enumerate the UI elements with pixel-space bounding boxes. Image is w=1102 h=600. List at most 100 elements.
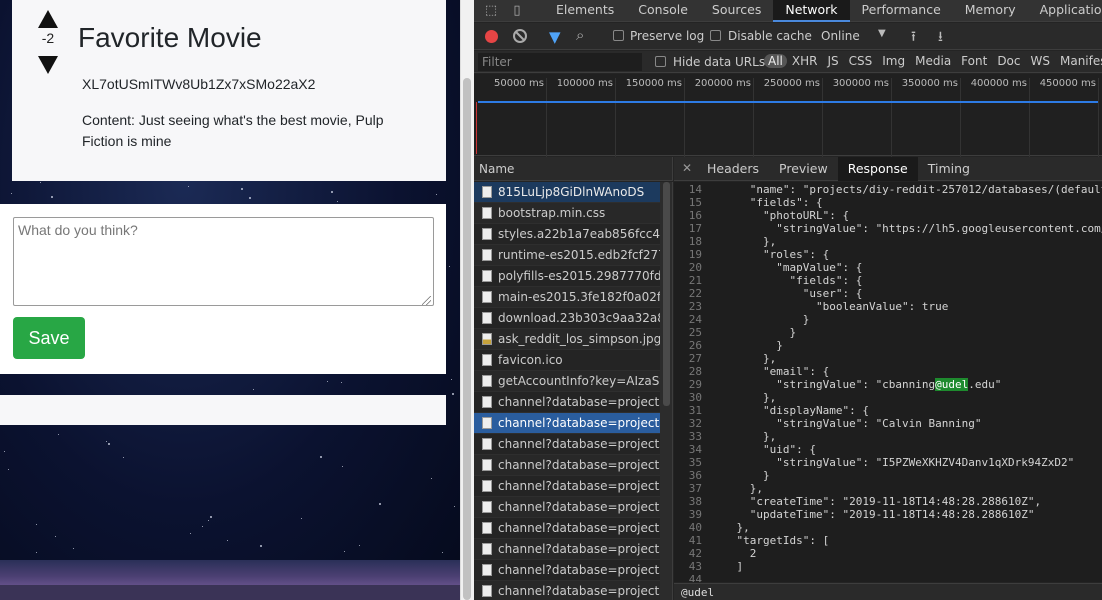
request-row[interactable]: channel?database=projects%.	[474, 560, 660, 581]
document-file-icon	[482, 228, 492, 240]
code-line: 39 "updateTime": "2019-11-18T14:48:28.28…	[674, 508, 1102, 521]
code-text: "createTime": "2019-11-18T14:48:28.28861…	[710, 495, 1042, 508]
chevron-down-icon[interactable]: ▼	[878, 28, 886, 39]
request-list-header[interactable]: Name	[474, 157, 673, 181]
request-row[interactable]: channel?database=projects%.	[474, 455, 660, 476]
network-overview-timeline[interactable]: 50000 ms 100000 ms 150000 ms 200000 ms 25000…	[474, 74, 1102, 160]
tab-application[interactable]: Application	[1028, 0, 1102, 22]
request-row[interactable]: getAccountInfo?key=AIzaSyB.	[474, 371, 660, 392]
request-list-scroll-thumb[interactable]	[663, 182, 670, 406]
throttle-select[interactable]: Online	[821, 29, 860, 43]
request-row[interactable]: channel?database=projects%.	[474, 476, 660, 497]
tab-memory[interactable]: Memory	[953, 0, 1028, 22]
request-row[interactable]: channel?database=projects%.	[474, 539, 660, 560]
type-filter-doc[interactable]: Doc	[992, 54, 1025, 68]
star	[40, 181, 42, 183]
type-filter-js[interactable]: JS	[822, 54, 843, 68]
search-bar[interactable]: @udel	[674, 583, 1102, 600]
type-filter-manifest[interactable]: Manifest	[1055, 54, 1102, 68]
disable-cache-label: Disable cache	[728, 29, 812, 43]
request-name: download.23b303c9aa32a89.	[498, 311, 660, 325]
request-row[interactable]: polyfills-es2015.2987770fde.	[474, 266, 660, 287]
type-filter-css[interactable]: CSS	[844, 54, 878, 68]
tab-headers[interactable]: Headers	[697, 157, 769, 181]
inspect-element-icon[interactable]: ⬚	[483, 3, 499, 19]
tab-response[interactable]: Response	[837, 157, 918, 181]
textarea-resize-grip-icon[interactable]	[422, 296, 431, 305]
request-row[interactable]: bootstrap.min.css	[474, 203, 660, 224]
request-name: channel?database=projects%.	[498, 500, 660, 514]
request-name: ask_reddit_los_simpson.jpg	[498, 332, 660, 346]
code-line: 23 "booleanValue": true	[674, 300, 1102, 313]
code-text: "mapValue": {	[710, 261, 863, 274]
preserve-log-checkbox[interactable]	[613, 30, 624, 41]
star	[58, 434, 60, 436]
star	[340, 381, 342, 383]
code-line: 20 "mapValue": {	[674, 261, 1102, 274]
document-file-icon	[482, 186, 492, 198]
star	[10, 192, 12, 194]
import-har-icon[interactable]: ⭱	[911, 26, 916, 50]
line-number: 35	[688, 456, 702, 469]
star	[208, 519, 210, 521]
tab-timing[interactable]: Timing	[918, 157, 980, 181]
request-row[interactable]: channel?database=projects%.	[474, 518, 660, 539]
request-row[interactable]: channel?database=projects%.	[474, 434, 660, 455]
code-text: ]	[710, 560, 744, 573]
request-row[interactable]: channel?database=projects%.	[474, 497, 660, 518]
response-viewer[interactable]: 14 "name": "projects/diy-reddit-257012/d…	[674, 182, 1102, 582]
devtools-tab-bar: ⬚ ▯ Elements Console Sources Network Perform…	[474, 0, 1102, 22]
downvote-arrow-icon[interactable]	[38, 56, 58, 74]
tab-console[interactable]: Console	[626, 0, 700, 22]
search-icon[interactable]: ⌕	[576, 26, 584, 44]
timeline-tick-label: 350000 ms	[901, 78, 958, 89]
document-file-icon	[482, 396, 492, 408]
tab-sources[interactable]: Sources	[700, 0, 773, 22]
filter-input[interactable]	[478, 53, 642, 71]
line-number: 34	[688, 443, 702, 456]
request-row[interactable]: styles.a22b1a7eab856fcc49f.	[474, 224, 660, 245]
record-icon[interactable]	[485, 30, 498, 43]
tab-network[interactable]: Network	[773, 0, 850, 22]
line-number: 38	[688, 495, 702, 508]
request-row[interactable]: channel?database=projects%.	[474, 413, 660, 434]
type-filter-all[interactable]: All	[764, 54, 787, 68]
search-query[interactable]: @udel	[681, 586, 714, 599]
type-filter-ws[interactable]: WS	[1026, 54, 1055, 68]
request-row[interactable]: channel?database=projects%.	[474, 581, 660, 600]
star	[319, 456, 322, 459]
tab-preview[interactable]: Preview	[769, 157, 838, 181]
request-row[interactable]: main-es2015.3fe182f0a02f1f.	[474, 287, 660, 308]
code-text: },	[710, 391, 777, 404]
type-filter-xhr[interactable]: XHR	[787, 54, 823, 68]
comment-input[interactable]	[13, 217, 434, 306]
page-scrollbar-thumb[interactable]	[463, 78, 471, 600]
type-filter-font[interactable]: Font	[956, 54, 992, 68]
request-row[interactable]: 815LuLjp8GiDlnWAnoDS	[474, 182, 660, 203]
code-line: 34 "uid": {	[674, 443, 1102, 456]
tab-elements[interactable]: Elements	[544, 0, 626, 22]
device-toolbar-icon[interactable]: ▯	[509, 3, 525, 19]
hide-data-urls-checkbox[interactable]	[655, 56, 666, 67]
clear-icon[interactable]	[513, 29, 527, 43]
type-filter-img[interactable]: Img	[877, 54, 910, 68]
post-id: XL7otUSmITWv8Ub1Zx7xSMo22aX2	[82, 76, 316, 92]
request-row[interactable]: ask_reddit_los_simpson.jpg	[474, 329, 660, 350]
save-button[interactable]: Save	[13, 317, 85, 359]
request-name: channel?database=projects%.	[498, 395, 660, 409]
disable-cache-checkbox[interactable]	[710, 30, 721, 41]
code-line: 33 },	[674, 430, 1102, 443]
request-row[interactable]: runtime-es2015.edb2fcf2778.	[474, 245, 660, 266]
request-row[interactable]: favicon.ico	[474, 350, 660, 371]
code-text: "fields": {	[710, 196, 823, 209]
upvote-arrow-icon[interactable]	[38, 10, 58, 28]
star	[301, 518, 303, 520]
export-har-icon[interactable]: ⭳	[938, 26, 943, 50]
tab-performance[interactable]: Performance	[850, 0, 953, 22]
type-filter-media[interactable]: Media	[910, 54, 956, 68]
close-icon[interactable]: ✕	[682, 161, 692, 175]
request-row[interactable]: channel?database=projects%.	[474, 392, 660, 413]
line-number: 43	[688, 560, 702, 573]
request-row[interactable]: download.23b303c9aa32a89.	[474, 308, 660, 329]
filter-icon[interactable]: ▼	[549, 28, 561, 46]
